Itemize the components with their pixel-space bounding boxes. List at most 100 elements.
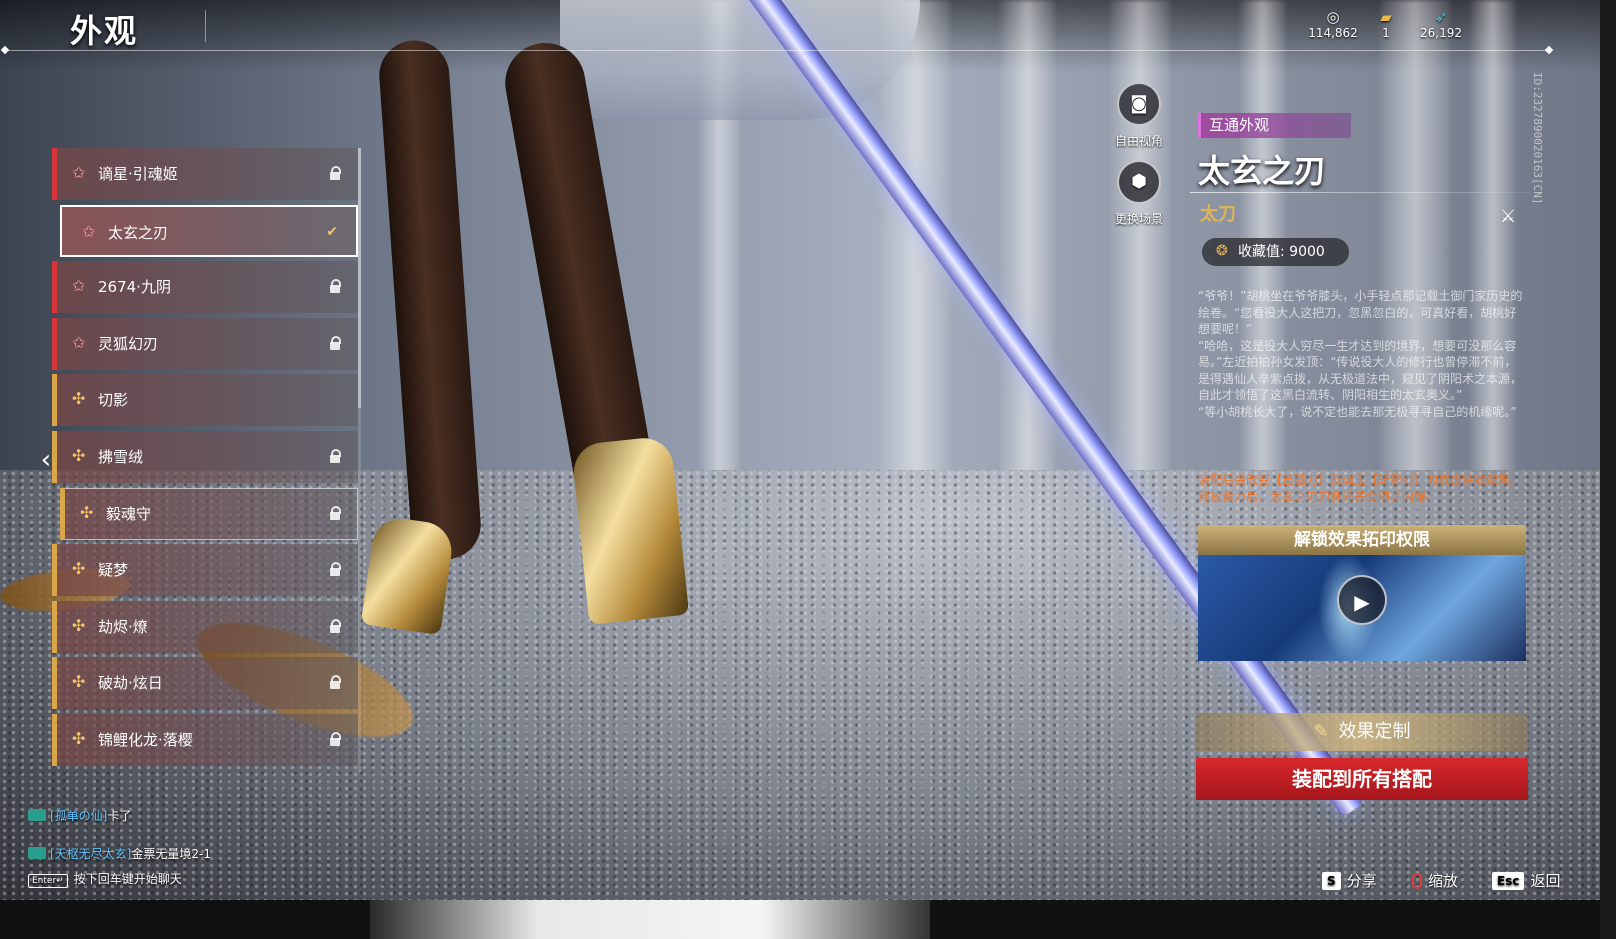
star-rarity-icon: ✩	[72, 332, 86, 352]
ticket-icon: ▰	[1380, 8, 1392, 26]
skin-list: ✩ 谪星·引魂姬 ✩ 太玄之刃 ✔ ✩ 2674·九阴 ✩ 灵狐幻刃 ✣ 切影 ✣ 拂雪绒 ✣ 毅魂守 ✣ 疑梦…	[52, 148, 362, 773]
skin-list-item[interactable]: ✣ 疑梦	[52, 544, 358, 597]
skin-list-item[interactable]: ✣ 破劫·炫日	[52, 657, 358, 710]
background-edge	[0, 900, 1616, 939]
rarity-bar	[52, 544, 57, 597]
chat-channel-icon	[28, 809, 46, 821]
effect-note-line: 释放蓄力后，太玄之刃刀身光芒会随之闪耀。	[1198, 489, 1439, 504]
skin-list-item[interactable]: ✣ 拂雪绒	[52, 431, 358, 483]
lock-icon	[330, 616, 341, 636]
skin-name: 2674·九阴	[98, 278, 171, 297]
lock-icon	[330, 672, 341, 692]
change-scene-button[interactable]: ⬢ 更换场景	[1104, 160, 1174, 227]
star-rarity-icon: ✩	[72, 276, 86, 296]
key-s: S	[1322, 872, 1341, 890]
check-icon: ✔	[326, 223, 338, 240]
star-rarity-icon: ✩	[82, 221, 96, 241]
flower-rarity-icon: ✣	[80, 502, 94, 522]
share-hotkey[interactable]: S 分享	[1322, 870, 1377, 892]
rarity-bar	[52, 657, 57, 710]
effect-custom-button[interactable]: ✎ 效果定制	[1196, 713, 1528, 751]
free-view-button[interactable]: ◙ 自由视角	[1104, 82, 1174, 149]
skin-name: 劫烬·燎	[98, 617, 148, 636]
effect-note: 装配后会改变【苗疆刀】及魂玉【斩影刃】的攻击特效效果。 释放蓄力后，太玄之刃刀身…	[1198, 472, 1528, 505]
skin-title: 太玄之刃	[1198, 152, 1327, 190]
back-hotkey[interactable]: Esc 返回	[1492, 870, 1560, 892]
chat-message: 金票无量境2-1	[131, 847, 211, 861]
skin-list-item[interactable]: ✩ 谪星·引魂姬	[52, 148, 358, 200]
lore-paragraph: “等小胡桃长大了，说不定也能去那无极寻寻自己的机缘呢。”	[1198, 404, 1517, 419]
weapon-type: 太刀	[1200, 204, 1236, 225]
key-esc: Esc	[1492, 872, 1525, 890]
lore-paragraph: “哈哈，这是役大人穷尽一生才达到的境界，想要可没那么容易。”左近拍拍孙女发顶：“…	[1198, 338, 1523, 403]
skin-name: 灵狐幻刃	[98, 334, 159, 353]
camera-icon: ◙	[1117, 82, 1161, 126]
top-bar: 外观 ◎ 114,862 ▰ 1 ➶ 26,192	[0, 0, 1600, 50]
zoom-hotkey[interactable]: 缩放	[1412, 870, 1458, 892]
mouse-scroll-icon	[1412, 873, 1422, 889]
currency-coin[interactable]: ◎ 114,862	[1303, 8, 1363, 40]
skin-list-item[interactable]: ✩ 灵狐幻刃	[52, 317, 358, 370]
lore-paragraph: “爷爷！”胡桃坐在爷爷膝头，小手轻点那记载土御门家历史的绘卷。“您看役大人这把刀…	[1198, 289, 1523, 336]
rarity-bar	[52, 148, 57, 200]
flower-rarity-icon: ✣	[72, 729, 86, 748]
skin-list-item[interactable]: ✣ 锦鲤化龙·落樱	[52, 714, 358, 766]
currency-feather-value: 26,192	[1420, 26, 1462, 40]
skin-name: 锦鲤化龙·落樱	[98, 731, 193, 749]
katana-icon: ⚔	[1500, 206, 1517, 227]
lock-icon	[330, 559, 341, 579]
equip-all-button[interactable]: 装配到所有搭配	[1196, 758, 1528, 800]
currency-feather[interactable]: ➶ 26,192	[1411, 8, 1471, 40]
skin-list-item[interactable]: ✣ 毅魂守	[60, 487, 358, 540]
chat-line[interactable]: [孤单の仙]卡了	[28, 808, 131, 824]
lock-icon	[330, 163, 341, 183]
title-separator	[205, 10, 206, 42]
rarity-bar	[52, 374, 57, 427]
chat-channel-icon	[28, 847, 46, 859]
play-icon[interactable]: ▶	[1337, 575, 1387, 625]
share-label: 分享	[1346, 872, 1377, 890]
collapse-list-arrow-icon[interactable]: ‹	[36, 444, 56, 476]
currency-ticket[interactable]: ▰ 1	[1356, 8, 1416, 40]
skin-name: 太玄之刃	[108, 223, 169, 242]
brush-icon: ✎	[1313, 721, 1329, 742]
player-id: ID:2327890020163[CN]	[1531, 72, 1544, 205]
chat-username[interactable]: [天枢无尽太玄]	[50, 847, 131, 861]
page-title: 外观	[70, 12, 139, 50]
skin-name: 拂雪绒	[98, 448, 144, 466]
chat-hint-text: 按下回车键开始聊天	[73, 872, 182, 886]
back-label: 返回	[1530, 872, 1561, 890]
rarity-bar	[60, 487, 65, 540]
effect-custom-label: 效果定制	[1338, 721, 1411, 742]
flower-rarity-icon: ✣	[72, 559, 86, 579]
skin-list-item[interactable]: ✩ 太玄之刃 ✔	[60, 204, 358, 257]
lock-icon	[330, 503, 341, 523]
unlock-effect-title: 解锁效果拓印权限	[1198, 525, 1526, 555]
skin-list-item[interactable]: ✣ 切影	[52, 374, 358, 427]
skin-list-scrollbar-thumb[interactable]	[358, 148, 361, 408]
flower-rarity-icon: ✣	[72, 672, 86, 692]
effect-note-line: 装配后会改变【苗疆刀】及魂玉【斩影刃】的攻击特效效果。	[1198, 473, 1523, 487]
skin-name: 破劫·炫日	[98, 674, 163, 693]
skin-name: 谪星·引魂姬	[98, 165, 178, 183]
lock-icon	[330, 276, 341, 296]
skin-list-item[interactable]: ✣ 劫烬·燎	[52, 600, 358, 653]
zoom-label: 缩放	[1428, 872, 1459, 890]
shared-appearance-tag: 互通外观	[1198, 113, 1351, 138]
chat-line[interactable]: [天枢无尽太玄]金票无量境2-1	[28, 846, 211, 862]
skin-list-item[interactable]: ✩ 2674·九阴	[52, 261, 358, 314]
rarity-bar	[52, 714, 57, 766]
chat-username[interactable]: [孤单の仙]	[50, 809, 107, 823]
scene-icon: ⬢	[1117, 160, 1161, 204]
flower-rarity-icon: ✣	[72, 446, 86, 465]
window-edge	[1600, 0, 1616, 939]
skin-name: 疑梦	[98, 561, 129, 580]
rarity-bar	[52, 261, 57, 314]
chat-message: 卡了	[107, 809, 132, 823]
coin-icon: ◎	[1326, 8, 1340, 26]
effect-preview-video[interactable]: ▶	[1198, 555, 1526, 661]
rarity-bar	[52, 600, 57, 653]
currency-ticket-value: 1	[1382, 26, 1390, 40]
chat-input-hint[interactable]: Enter↵ 按下回车键开始聊天	[28, 871, 182, 888]
skin-name: 毅魂守	[106, 504, 152, 523]
